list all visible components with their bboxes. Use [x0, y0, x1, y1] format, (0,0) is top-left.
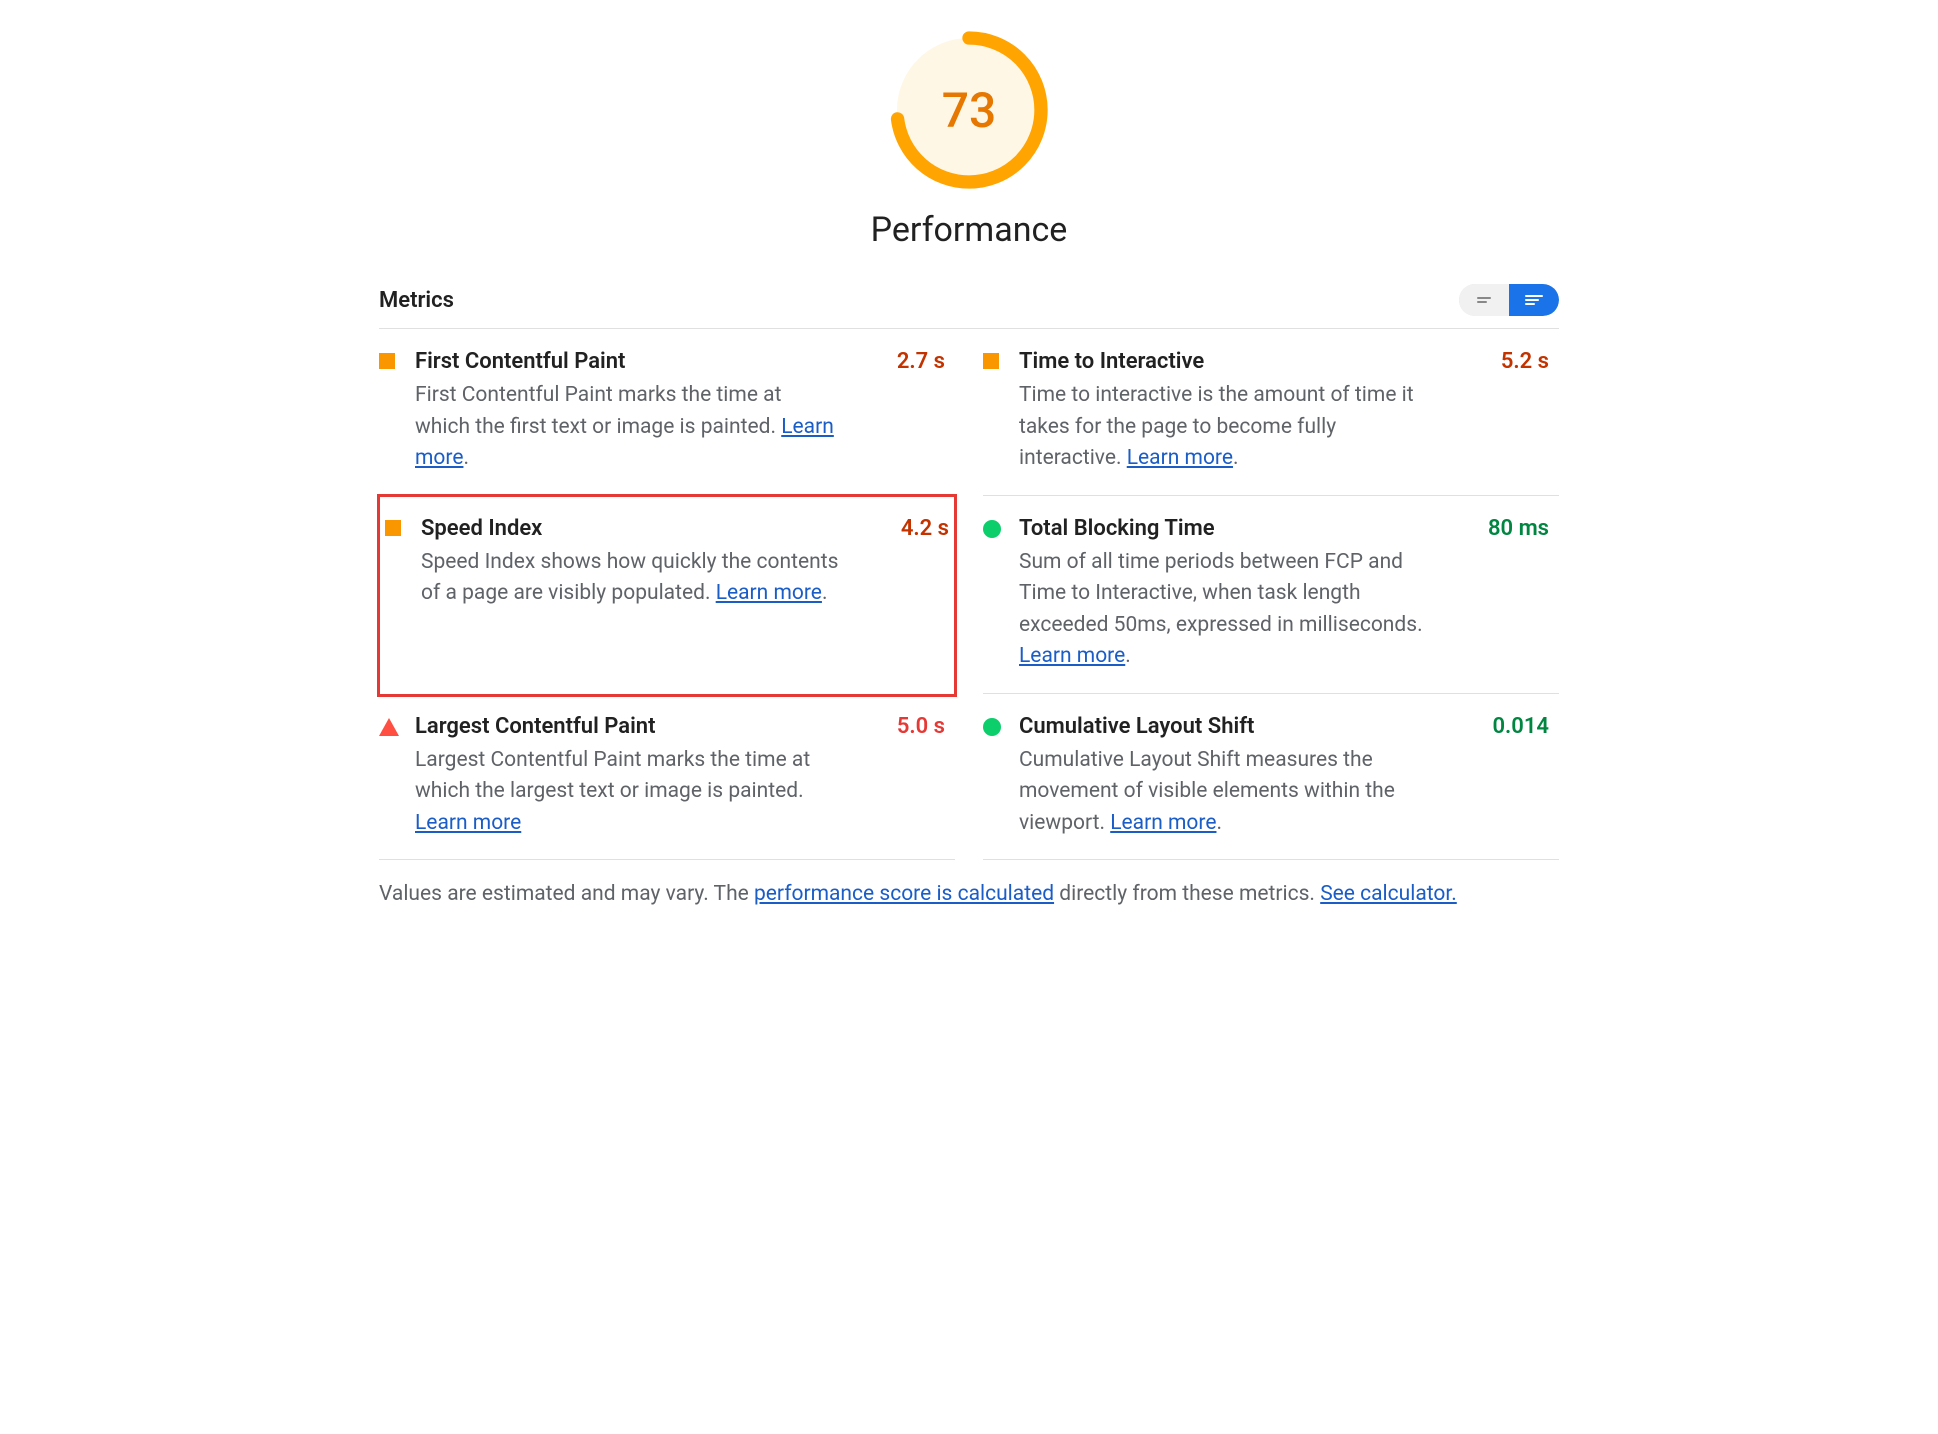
metric-description: First Contentful Paint marks the time at… [415, 380, 835, 475]
metric-card: Cumulative Layout Shift Cumulative Layout… [983, 694, 1559, 861]
performance-score-link[interactable]: performance score is calculated [754, 882, 1054, 906]
trailing-period: . [463, 446, 469, 470]
gauge-score: 73 [889, 30, 1049, 190]
square-status-icon [379, 353, 395, 369]
metric-description: Largest Contentful Paint marks the time … [415, 745, 835, 840]
circle-status-icon [983, 718, 1001, 736]
metric-card: Total Blocking Time Sum of all time perio… [983, 496, 1559, 694]
trailing-period: . [822, 581, 828, 605]
metric-card: Time to Interactive Time to interactive i… [983, 329, 1559, 496]
view-toggle [1459, 284, 1559, 316]
metric-value: 0.014 [1492, 714, 1549, 739]
toggle-compact-button[interactable] [1459, 284, 1509, 316]
learn-more-link[interactable]: Learn more [415, 811, 521, 835]
circle-status-icon [983, 520, 1001, 538]
trailing-period: . [1125, 644, 1131, 668]
learn-more-link[interactable]: Learn more [1110, 811, 1216, 835]
gauge-label: Performance [871, 210, 1068, 250]
metric-title: Largest Contentful Paint [415, 714, 887, 739]
performance-gauge: 73 Performance [379, 30, 1559, 250]
expanded-lines-icon [1525, 295, 1543, 305]
metric-title: Total Blocking Time [1019, 516, 1478, 541]
metric-title: Speed Index [421, 516, 891, 541]
footnote: Values are estimated and may vary. The p… [379, 882, 1559, 906]
metric-title: Cumulative Layout Shift [1019, 714, 1482, 739]
metric-value: 2.7 s [897, 349, 945, 374]
metric-value: 80 ms [1488, 516, 1549, 541]
toggle-expanded-button[interactable] [1509, 284, 1559, 316]
trailing-period: . [1216, 811, 1222, 835]
compact-lines-icon [1477, 297, 1491, 303]
metric-description-text: First Contentful Paint marks the time at… [415, 383, 781, 439]
metric-description: Speed Index shows how quickly the conten… [421, 547, 841, 610]
metric-description-text: Sum of all time periods between FCP and … [1019, 550, 1423, 637]
learn-more-link[interactable]: Learn more [1127, 446, 1233, 470]
footnote-text: Values are estimated and may vary. The [379, 882, 754, 906]
metric-value: 5.0 s [897, 714, 945, 739]
metric-description: Cumulative Layout Shift measures the mov… [1019, 745, 1439, 840]
triangle-status-icon [379, 718, 399, 736]
footnote-text-mid: directly from these metrics. [1054, 882, 1320, 906]
gauge-circle: 73 [889, 30, 1049, 190]
trailing-period: . [1233, 446, 1239, 470]
square-status-icon [983, 353, 999, 369]
metric-card: First Contentful Paint First Contentful P… [379, 329, 955, 496]
metrics-heading: Metrics [379, 288, 454, 313]
metric-card: Speed Index Speed Index shows how quickly… [379, 496, 955, 695]
metric-description: Sum of all time periods between FCP and … [1019, 547, 1439, 673]
metric-description-text: Largest Contentful Paint marks the time … [415, 748, 810, 804]
learn-more-link[interactable]: Learn more [716, 581, 822, 605]
learn-more-link[interactable]: Learn more [1019, 644, 1125, 668]
metric-title: First Contentful Paint [415, 349, 887, 374]
metric-title: Time to Interactive [1019, 349, 1491, 374]
metric-description: Time to interactive is the amount of tim… [1019, 380, 1439, 475]
metric-value: 4.2 s [901, 516, 949, 541]
metric-value: 5.2 s [1501, 349, 1549, 374]
metric-card: Largest Contentful Paint Largest Contentf… [379, 694, 955, 861]
see-calculator-link[interactable]: See calculator. [1320, 882, 1457, 906]
square-status-icon [385, 520, 401, 536]
